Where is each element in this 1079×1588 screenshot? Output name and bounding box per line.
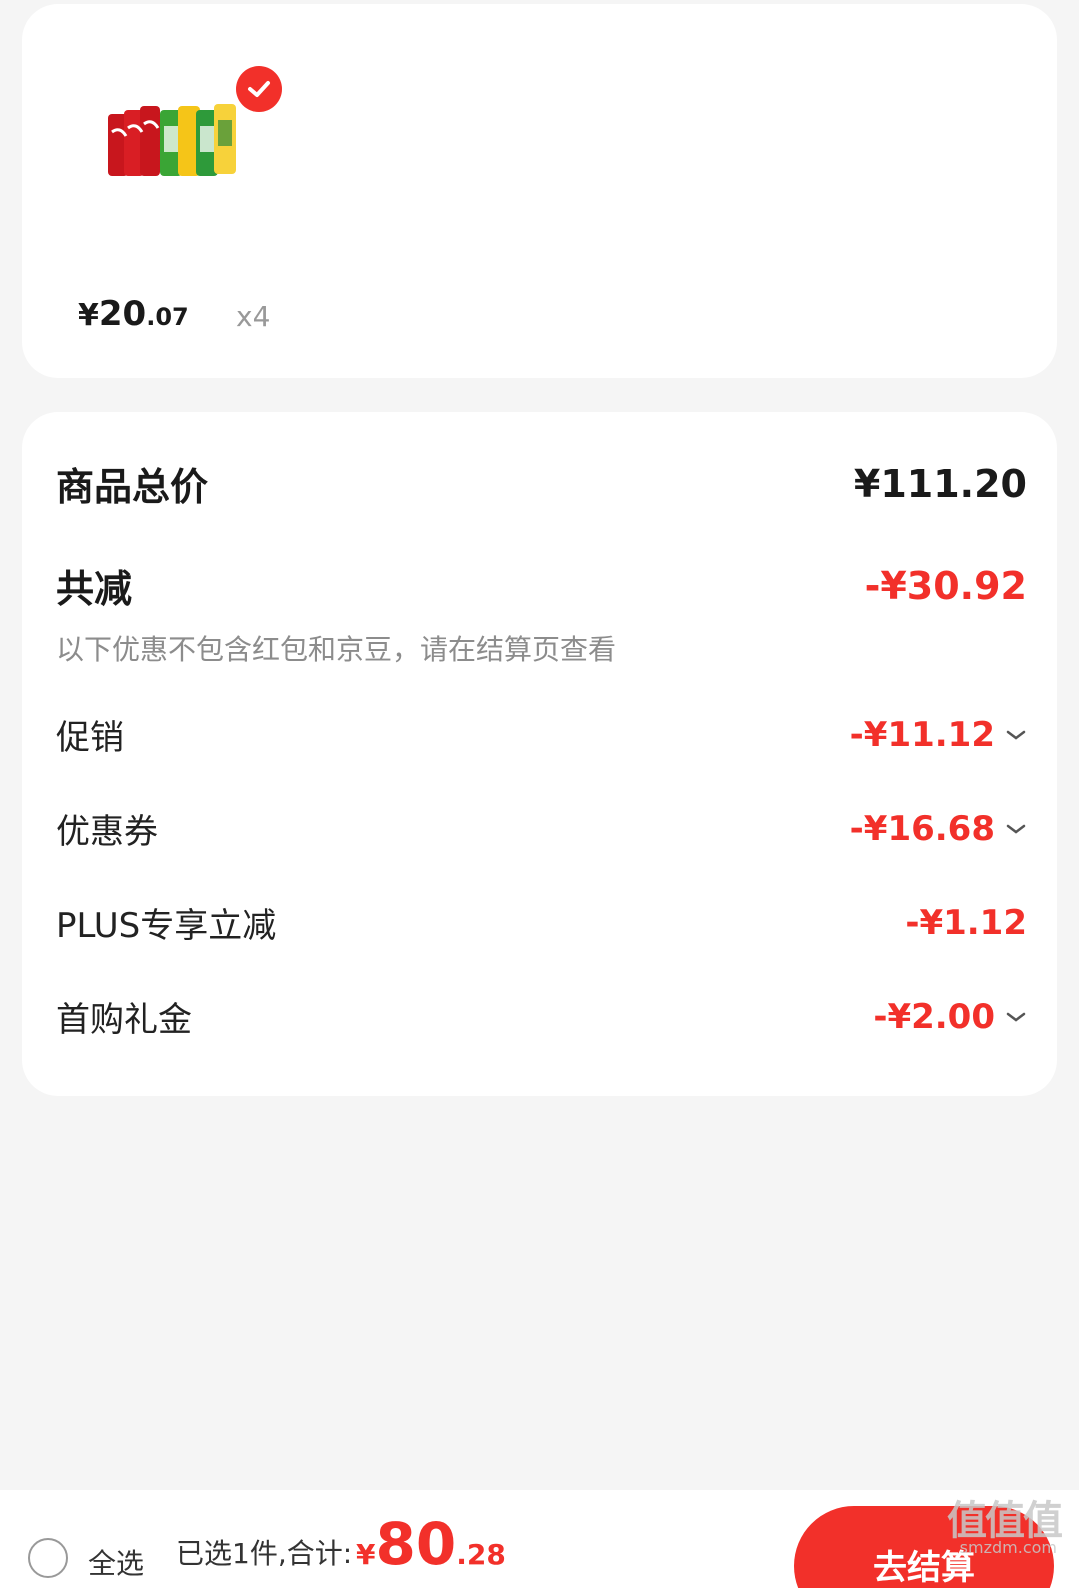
discount-row-first-purchase[interactable]: 首购礼金 -¥2.00 [56, 992, 1027, 1041]
product-quantity: x4 [236, 300, 271, 333]
select-all-radio[interactable] [28, 1538, 68, 1578]
total-price-row: 商品总价 ¥111.20 [56, 456, 1027, 511]
select-all-label[interactable]: 全选 [88, 1542, 144, 1582]
chevron-down-icon[interactable] [1005, 1010, 1027, 1024]
total-reduce-row: 共减 -¥30.92 [56, 558, 1027, 613]
cart-total: ¥80.28 [356, 1510, 506, 1578]
discount-value: -¥11.12 [850, 715, 1027, 755]
discount-label: PLUS专享立减 [56, 906, 277, 946]
selected-count-text: 已选1件,合计: [176, 1537, 353, 1570]
total-price-value: ¥111.20 [853, 461, 1027, 506]
discount-value: -¥2.00 [873, 997, 1027, 1037]
product-image[interactable] [108, 92, 248, 184]
discount-label: 首购礼金 [56, 1000, 192, 1040]
price-summary-card: 商品总价 ¥111.20 共减 -¥30.92 以下优惠不包含红包和京豆，请在结… [22, 412, 1057, 1096]
total-reduce-value: -¥30.92 [864, 563, 1027, 608]
product-price: ¥20.07 [78, 294, 189, 334]
watermark-url: smzdm.com [959, 1538, 1057, 1557]
discount-row-plus: PLUS专享立减 -¥1.12 [56, 898, 1027, 947]
chevron-down-icon[interactable] [1005, 822, 1027, 836]
selected-check-icon[interactable] [236, 66, 282, 112]
chevron-down-icon[interactable] [1005, 728, 1027, 742]
discount-row-promotion[interactable]: 促销 -¥11.12 [56, 710, 1027, 759]
checkout-bar: 全选 已选1件,合计: ¥80.28 去结算 [0, 1490, 1079, 1588]
discount-value: -¥16.68 [850, 809, 1027, 849]
discount-value: -¥1.12 [905, 902, 1027, 943]
discount-label: 优惠券 [56, 812, 158, 852]
total-price-label: 商品总价 [56, 465, 209, 509]
discount-row-coupon[interactable]: 优惠券 -¥16.68 [56, 804, 1027, 853]
total-reduce-label: 共减 [56, 567, 133, 611]
discount-label: 促销 [56, 718, 124, 758]
discount-note: 以下优惠不包含红包和京豆，请在结算页查看 [56, 633, 617, 666]
product-card: ¥20.07 x4 [22, 4, 1057, 378]
